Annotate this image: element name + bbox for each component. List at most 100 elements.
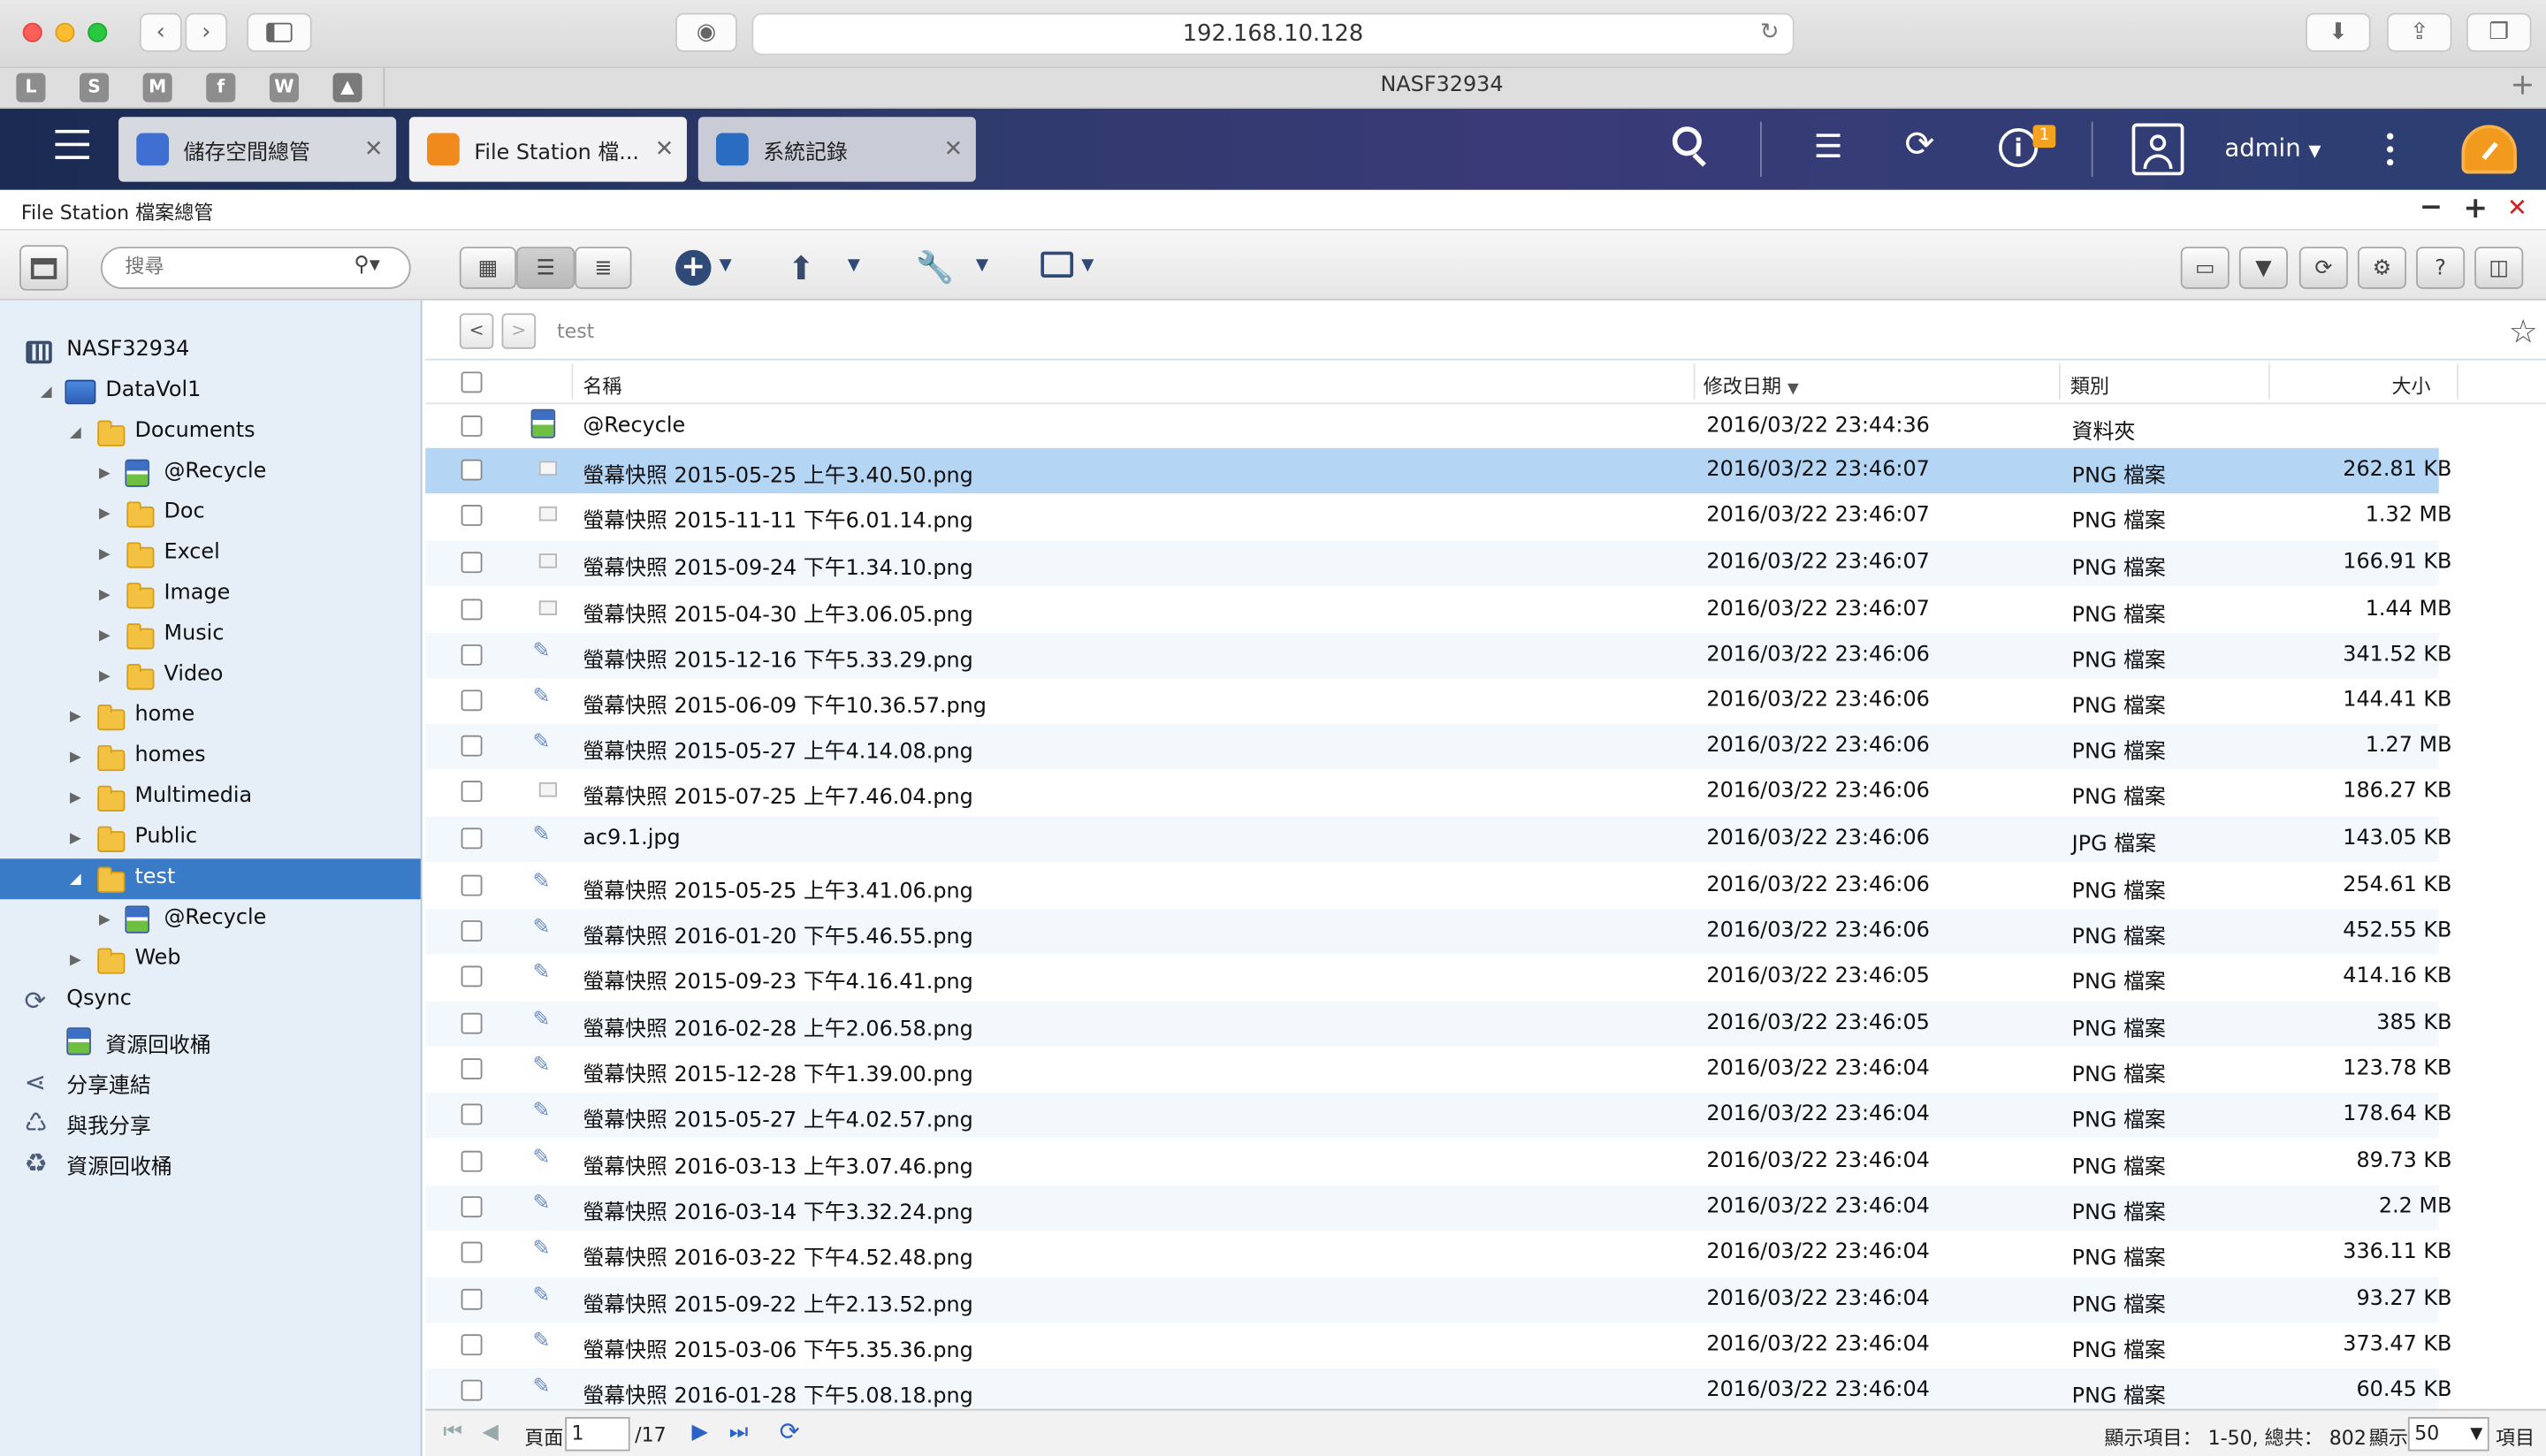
table-row[interactable]: ✎ 螢幕快照 2015-06-09 下午10.36.57.png 2016/03/2… (425, 678, 2451, 723)
info-icon[interactable]: i (1999, 128, 2039, 168)
row-checkbox[interactable] (461, 415, 483, 437)
row-checkbox[interactable] (461, 552, 483, 574)
user-icon[interactable] (2131, 123, 2184, 176)
row-checkbox[interactable] (461, 1150, 483, 1172)
search-icon[interactable]: ⚲▾ (354, 253, 379, 278)
expand-arrow-icon[interactable]: ▶ (99, 587, 111, 603)
column-type[interactable]: 類別 (2070, 371, 2109, 399)
table-row[interactable]: 螢幕快照 2015-11-11 下午6.01.14.png 2016/03/22 … (425, 493, 2451, 538)
first-page-icon[interactable]: ⏮ (443, 1421, 461, 1445)
search-input[interactable] (125, 255, 337, 278)
table-row[interactable]: ✎ 螢幕快照 2015-05-25 上午3.41.06.png 2016/03/22… (425, 864, 2451, 909)
table-row[interactable]: ✎ 螢幕快照 2015-05-27 上午4.14.08.png 2016/03/22… (425, 723, 2451, 770)
row-checkbox[interactable] (461, 505, 483, 526)
thumbnail-view-button[interactable]: ▦ (459, 247, 517, 289)
table-row[interactable]: ✎ 螢幕快照 2016-01-28 下午5.08.18.png 2016/03/22… (425, 1368, 2451, 1414)
close-icon[interactable]: ✕ (944, 136, 964, 162)
cast-button[interactable]: ▭ (2180, 247, 2230, 289)
table-row[interactable]: ✎ 螢幕快照 2016-02-28 上午2.06.58.png 2016/03/22… (425, 1001, 2451, 1048)
toggle-tree-button[interactable] (19, 245, 69, 291)
address-bar[interactable]: 192.168.10.128 (751, 12, 1795, 56)
share-button[interactable]: ⇪ (2387, 12, 2452, 52)
settings-button[interactable]: ⚙ (2357, 247, 2407, 289)
maximize-button[interactable]: + (2463, 192, 2488, 226)
tabs-overview-button[interactable]: ❐ (2466, 12, 2532, 52)
sync-icon[interactable]: ⟳ (1904, 125, 1934, 165)
expand-arrow-icon[interactable]: ▶ (99, 465, 111, 481)
table-row[interactable]: ✎ 螢幕快照 2015-12-16 下午5.33.29.png 2016/03/22… (425, 633, 2451, 679)
close-window-button[interactable] (22, 22, 42, 42)
back-button[interactable]: ‹ (139, 12, 182, 52)
tree-share-links[interactable]: ⋖ 分享連結 (0, 1062, 421, 1102)
page-input[interactable]: 1 (565, 1416, 630, 1452)
row-checkbox[interactable] (461, 920, 483, 941)
path-forward-button[interactable]: > (501, 313, 537, 349)
collapse-arrow-icon[interactable]: ◢ (70, 424, 81, 440)
reload-icon[interactable]: ↻ (1760, 19, 1780, 45)
collapse-arrow-icon[interactable]: ◢ (41, 384, 52, 400)
expand-arrow-icon[interactable]: ▶ (99, 628, 111, 644)
table-row[interactable]: ✎ 螢幕快照 2015-12-28 下午1.39.00.png 2016/03/22… (425, 1047, 2451, 1092)
path-back-button[interactable]: < (459, 313, 494, 349)
tree-test[interactable]: ◢ test (0, 858, 421, 900)
search-icon[interactable] (1672, 126, 1706, 167)
tree-music[interactable]: ▶ Music (0, 615, 421, 656)
caret-down-icon[interactable]: ▼ (1081, 256, 1094, 274)
previous-page-icon[interactable]: ◀ (483, 1421, 499, 1445)
table-row[interactable]: ✎ 螢幕快照 2016-01-20 下午5.46.55.png 2016/03/22… (425, 909, 2451, 955)
last-page-icon[interactable]: ⏭ (729, 1421, 748, 1445)
forward-button[interactable]: › (185, 12, 228, 52)
table-row[interactable]: ✎ 螢幕快照 2016-03-22 下午4.52.48.png 2016/03/22… (425, 1231, 2451, 1276)
per-page-select[interactable]: 50 ▼ (2407, 1416, 2489, 1452)
tree-qsync-recycle[interactable]: 資源回收桶 (0, 1021, 421, 1062)
column-modified[interactable]: 修改日期 ▼ (1704, 371, 1799, 399)
detail-view-button[interactable]: ≣ (575, 247, 632, 289)
tree-recycle-bin[interactable]: ♻ 資源回收桶 (0, 1143, 421, 1184)
table-row[interactable]: ✎ 螢幕快照 2015-05-27 上午4.02.57.png 2016/03/22… (425, 1092, 2451, 1139)
table-row[interactable]: ✎ 螢幕快照 2015-09-23 下午4.16.41.png 2016/03/22… (425, 955, 2451, 1000)
row-checkbox[interactable] (461, 644, 483, 666)
zoom-window-button[interactable] (88, 22, 108, 42)
row-checkbox[interactable] (461, 1058, 483, 1080)
task-stack-icon[interactable]: ☰ (1814, 126, 1843, 165)
upload-icon[interactable]: ⬆ (788, 248, 815, 287)
tree-excel[interactable]: ▶ Excel (0, 534, 421, 575)
privacy-report-button[interactable]: ◉ (675, 12, 737, 52)
minimize-button[interactable]: − (2420, 192, 2443, 225)
table-row[interactable]: ✎ 螢幕快照 2015-03-06 下午5.35.36.png 2016/03/22… (425, 1323, 2451, 1368)
collapse-arrow-icon[interactable]: ◢ (70, 871, 81, 887)
remote-mount-icon[interactable] (1041, 251, 1074, 278)
list-view-button[interactable]: ☰ (516, 247, 576, 289)
tree-video[interactable]: ▶ Video (0, 656, 421, 697)
table-row[interactable]: ✎ 螢幕快照 2015-09-22 上午2.13.52.png 2016/03/22… (425, 1277, 2451, 1323)
minimize-window-button[interactable] (55, 22, 75, 42)
caret-down-icon[interactable]: ▼ (720, 256, 732, 274)
dashboard-icon[interactable] (2461, 125, 2517, 174)
tree-nasf32934[interactable]: NASF32934 (0, 332, 421, 372)
table-row[interactable]: @Recycle 2016/03/22 23:44:36 資料夾 (425, 404, 2439, 449)
row-checkbox[interactable] (461, 690, 483, 712)
row-checkbox[interactable] (461, 1103, 483, 1125)
column-name[interactable]: 名稱 (583, 371, 621, 399)
row-checkbox[interactable] (461, 965, 483, 987)
close-icon[interactable]: ✕ (655, 136, 675, 162)
expand-arrow-icon[interactable]: ▶ (99, 506, 111, 522)
row-checkbox[interactable] (461, 459, 483, 481)
filter-button[interactable]: ▼ (2238, 247, 2288, 289)
downloads-button[interactable]: ⬇ (2306, 12, 2371, 52)
tree-test-recycle[interactable]: ▶ @Recycle (0, 899, 421, 940)
next-page-icon[interactable]: ▶ (691, 1421, 707, 1445)
expand-arrow-icon[interactable]: ▶ (70, 830, 81, 846)
tree-datavol1[interactable]: ◢ DataVol1 (0, 371, 421, 412)
more-icon[interactable] (2387, 133, 2394, 166)
search-box[interactable]: ⚲▾ (100, 247, 411, 289)
help-button[interactable]: ? (2416, 247, 2466, 289)
row-checkbox[interactable] (461, 874, 483, 896)
caret-down-icon[interactable]: ▼ (848, 256, 860, 274)
table-row[interactable]: ✎ 螢幕快照 2016-03-13 上午3.07.46.png 2016/03/22… (425, 1140, 2451, 1185)
row-checkbox[interactable] (461, 1288, 483, 1310)
tab-system-logs[interactable]: 系統記錄 ✕ (697, 117, 976, 182)
row-checkbox[interactable] (461, 1334, 483, 1356)
row-checkbox[interactable] (461, 1241, 483, 1263)
user-menu[interactable]: admin ▼ (2224, 133, 2321, 163)
